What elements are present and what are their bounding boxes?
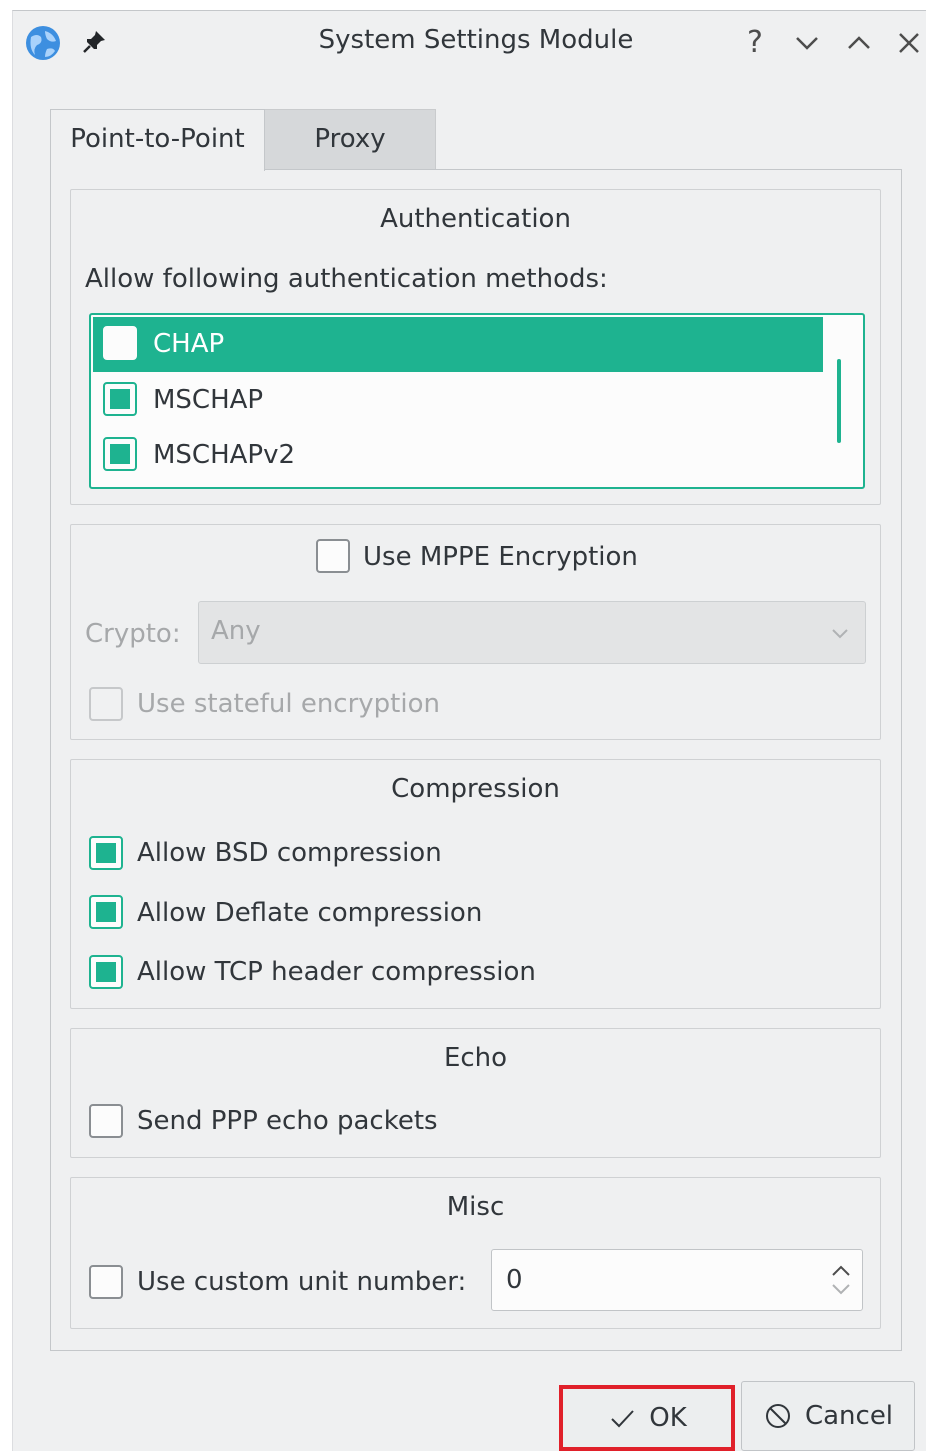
- chevron-down-icon: [832, 629, 848, 639]
- title-bar: System Settings Module ?: [13, 11, 926, 71]
- tab-proxy[interactable]: Proxy: [265, 109, 436, 169]
- chap-label: CHAP: [153, 329, 225, 359]
- send-echo-checkbox[interactable]: [89, 1104, 123, 1138]
- custom-unit-checkbox[interactable]: [89, 1265, 123, 1299]
- unit-number-value: 0: [506, 1265, 523, 1295]
- echo-title: Echo: [443, 1043, 508, 1073]
- unit-number-spinbox[interactable]: 0: [491, 1249, 863, 1311]
- authentication-title: Authentication: [380, 204, 571, 234]
- mschap-checkbox[interactable]: [103, 382, 137, 416]
- misc-title: Misc: [446, 1192, 505, 1222]
- cancel-icon: [765, 1404, 790, 1428]
- list-scrollbar[interactable]: [837, 359, 841, 443]
- close-button[interactable]: [891, 25, 926, 61]
- custom-unit-label: Use custom unit number:: [137, 1267, 467, 1297]
- tab-point-to-point[interactable]: Point-to-Point: [50, 109, 265, 171]
- ok-label: OK: [649, 1403, 687, 1433]
- mschap-label: MSCHAP: [153, 385, 264, 415]
- mschapv2-checkbox[interactable]: [103, 437, 137, 471]
- tcp-header-compression-label: Allow TCP header compression: [137, 957, 536, 987]
- bsd-compression-checkbox[interactable]: [89, 836, 123, 870]
- stateful-encryption-checkbox[interactable]: [89, 687, 123, 721]
- chevron-down-icon: [796, 37, 818, 50]
- help-button[interactable]: ?: [737, 25, 773, 61]
- cancel-button[interactable]: Cancel: [741, 1381, 915, 1451]
- crypto-select[interactable]: Any: [198, 601, 866, 664]
- minimize-button[interactable]: [789, 25, 825, 61]
- stateful-encryption-label: Use stateful encryption: [137, 689, 440, 719]
- crypto-label: Crypto:: [85, 619, 181, 649]
- tcp-header-compression-checkbox[interactable]: [89, 955, 123, 989]
- chap-checkbox[interactable]: [103, 326, 137, 360]
- ok-button[interactable]: OK: [559, 1385, 735, 1451]
- use-mppe-label: Use MPPE Encryption: [363, 542, 638, 572]
- auth-methods-list[interactable]: CHAP MSCHAP MSCHAPv2: [89, 313, 865, 489]
- bsd-compression-label: Allow BSD compression: [137, 838, 442, 868]
- chevron-up-icon: [848, 36, 870, 49]
- compression-group: Compression Allow BSD compression Allow …: [70, 759, 881, 1009]
- compression-title: Compression: [391, 774, 560, 804]
- echo-group: Echo Send PPP echo packets: [70, 1028, 881, 1158]
- spin-arrows-icon[interactable]: [828, 1258, 854, 1302]
- dialog-window: System Settings Module ? Point-to-Point …: [12, 10, 926, 1451]
- deflate-compression-checkbox[interactable]: [89, 895, 123, 929]
- mschapv2-label: MSCHAPv2: [153, 440, 296, 470]
- cancel-label: Cancel: [804, 1401, 894, 1431]
- close-icon: [899, 33, 919, 53]
- auth-methods-prompt: Allow following authentication methods:: [85, 264, 608, 294]
- maximize-button[interactable]: [841, 25, 877, 61]
- use-mppe-checkbox[interactable]: [316, 539, 350, 573]
- crypto-select-value: Any: [211, 616, 261, 646]
- send-echo-label: Send PPP echo packets: [137, 1106, 438, 1136]
- checkmark-icon: [611, 1410, 634, 1428]
- deflate-compression-label: Allow Deflate compression: [137, 898, 483, 928]
